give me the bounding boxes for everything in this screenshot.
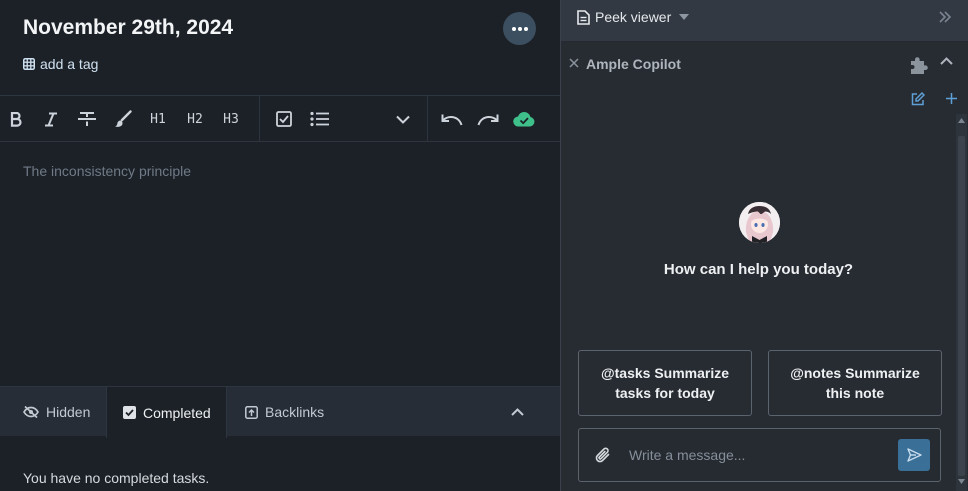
copilot-actions xyxy=(561,88,968,112)
new-conversation-button[interactable] xyxy=(911,92,925,106)
peek-viewer-title: Peek viewer xyxy=(595,9,672,25)
close-copilot-button[interactable] xyxy=(569,58,579,68)
tab-completed-label: Completed xyxy=(143,404,211,421)
double-chevron-right-icon xyxy=(939,11,952,23)
tab-completed[interactable]: Completed xyxy=(106,387,227,438)
chevron-up-icon xyxy=(511,408,524,416)
collapse-copilot-button[interactable] xyxy=(940,57,953,65)
note-editor-pane: November 29th, 2024 add a tag H1 H2 H3 T… xyxy=(0,0,560,491)
bullet-list-button[interactable] xyxy=(308,96,332,142)
tag-grid-icon xyxy=(23,58,35,70)
anime-avatar-icon xyxy=(739,202,780,243)
formatting-toolbar: H1 H2 H3 xyxy=(0,95,560,142)
undo-button[interactable] xyxy=(440,96,464,142)
close-icon xyxy=(569,58,579,68)
message-composer xyxy=(578,428,941,482)
cloud-check-icon xyxy=(513,112,535,127)
plus-icon xyxy=(946,93,957,104)
collapse-panel-button[interactable] xyxy=(938,10,952,24)
add-tag-label: add a tag xyxy=(40,56,99,72)
more-options-button[interactable] xyxy=(503,12,536,45)
send-icon xyxy=(906,448,922,462)
copilot-scrollbar[interactable] xyxy=(956,114,967,491)
tasks-panel-tabs: Hidden Completed Backlinks xyxy=(0,386,560,438)
heading3-button[interactable]: H3 xyxy=(219,96,243,142)
copilot-greeting: How can I help you today? xyxy=(663,261,854,278)
copilot-header: Ample Copilot xyxy=(561,42,968,86)
document-icon xyxy=(577,9,590,25)
backlink-icon xyxy=(245,405,258,419)
copilot-avatar xyxy=(739,202,780,243)
scroll-down-arrow-icon[interactable] xyxy=(958,479,965,484)
strikethrough-button[interactable] xyxy=(75,96,99,142)
more-formatting-dropdown[interactable] xyxy=(391,96,415,142)
scrollbar-thumb[interactable] xyxy=(958,136,965,476)
tab-hidden-label: Hidden xyxy=(46,404,91,420)
paintbrush-icon xyxy=(115,110,132,127)
plugin-button[interactable] xyxy=(909,55,929,75)
no-tasks-message: You have no completed tasks. xyxy=(23,470,210,486)
peek-viewer-dropdown[interactable]: Peek viewer xyxy=(577,9,690,25)
caret-down-icon xyxy=(679,14,690,20)
peek-viewer-header: Peek viewer xyxy=(561,0,968,42)
heading1-button[interactable]: H1 xyxy=(146,96,170,142)
chevron-up-icon xyxy=(940,57,953,65)
tab-backlinks-label: Backlinks xyxy=(265,404,325,420)
eye-off-icon xyxy=(23,406,39,418)
chevron-down-icon xyxy=(396,115,410,124)
scroll-up-arrow-icon[interactable] xyxy=(958,118,965,123)
bullet-list-icon xyxy=(310,111,329,127)
collapse-tasks-button[interactable] xyxy=(511,387,524,437)
checklist-button[interactable] xyxy=(272,96,296,142)
paperclip-icon xyxy=(595,447,610,463)
editor-body[interactable]: The inconsistency principle xyxy=(23,163,191,179)
bold-button[interactable] xyxy=(4,96,28,142)
tab-hidden[interactable]: Hidden xyxy=(23,387,90,437)
suggestion-summarize-note[interactable]: @notes Summarize this note xyxy=(768,350,942,416)
edit-note-icon xyxy=(911,92,925,106)
side-panel: Peek viewer Ample Copilot How can I help… xyxy=(560,0,968,491)
checkbox-checked-icon xyxy=(123,406,136,419)
ellipsis-icon xyxy=(511,26,528,31)
tab-backlinks[interactable]: Backlinks xyxy=(245,387,324,437)
toolbar-divider xyxy=(259,96,260,142)
italic-button[interactable] xyxy=(39,96,63,142)
toolbar-divider xyxy=(427,96,428,142)
copilot-title: Ample Copilot xyxy=(586,56,681,72)
suggestion-summarize-tasks[interactable]: @tasks Summarize tasks for today xyxy=(578,350,752,416)
message-input[interactable] xyxy=(629,445,889,465)
heading2-button[interactable]: H2 xyxy=(183,96,207,142)
bold-icon xyxy=(10,111,22,127)
italic-icon xyxy=(45,112,57,126)
checkbox-icon xyxy=(276,111,292,127)
add-tag-link[interactable]: add a tag xyxy=(23,56,98,72)
attach-button[interactable] xyxy=(595,446,611,464)
sync-status[interactable] xyxy=(512,96,536,142)
puzzle-piece-icon xyxy=(911,57,928,74)
highlight-brush-button[interactable] xyxy=(111,96,135,142)
redo-icon xyxy=(477,114,499,126)
strikethrough-icon xyxy=(78,112,96,126)
note-title[interactable]: November 29th, 2024 xyxy=(23,16,233,40)
redo-button[interactable] xyxy=(476,96,500,142)
add-button[interactable] xyxy=(945,92,958,105)
undo-icon xyxy=(441,114,463,126)
send-button[interactable] xyxy=(898,439,930,471)
